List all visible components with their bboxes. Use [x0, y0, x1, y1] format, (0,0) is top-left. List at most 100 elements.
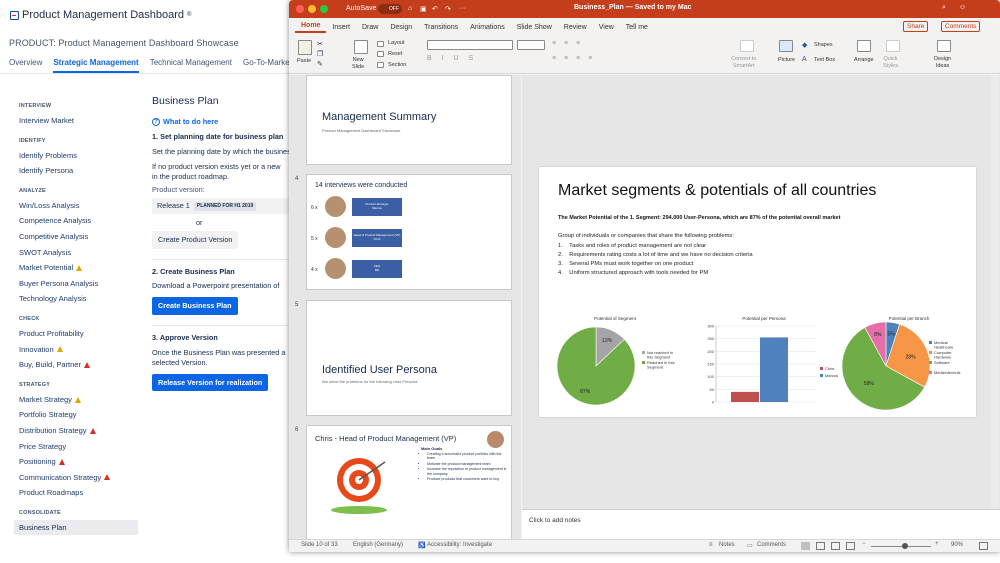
help-link[interactable]: ? What to do here [152, 117, 302, 127]
sidebar-item-market-potential[interactable]: Market Potential [14, 260, 138, 276]
sidebar-item-technology-analysis[interactable]: Technology Analysis [14, 291, 138, 307]
ribbon-tab-animations[interactable]: Animations [464, 24, 511, 31]
sidebar-item-distribution-strategy[interactable]: Distribution Strategy [14, 423, 138, 439]
new-slide-icon[interactable] [354, 40, 368, 54]
slideshow-icon[interactable] [846, 542, 855, 550]
sidebar-item-swot-analysis[interactable]: SWOT Analysis [14, 245, 138, 261]
shapes-icon[interactable]: ◆ [802, 41, 807, 49]
zoom-in-icon[interactable]: + [935, 541, 939, 547]
sidebar-item-buyer-persona-analysis[interactable]: Buyer Persona Analysis [14, 276, 138, 292]
search-icon[interactable]: ⌕ [942, 4, 946, 12]
arrange-icon[interactable] [857, 40, 871, 52]
fit-slide-icon[interactable] [979, 542, 988, 550]
sidebar-item-portfolio-strategy[interactable]: Portfolio Strategy [14, 407, 138, 423]
section-icon[interactable] [377, 62, 384, 68]
quick-styles-icon[interactable] [886, 40, 900, 52]
editor-scrollbar[interactable] [991, 75, 999, 509]
redo-icon[interactable]: ↷ [445, 5, 451, 13]
comments-toggle[interactable]: Comments [757, 542, 786, 548]
font-format-buttons[interactable]: B I U S [427, 55, 477, 62]
tab-overview[interactable]: Overview [9, 58, 42, 73]
zoom-level[interactable]: 90% [951, 542, 963, 548]
reset-icon[interactable] [377, 51, 384, 57]
ribbon-tab-insert[interactable]: Insert [326, 24, 356, 31]
slide-thumbnails-pane[interactable]: Management Summary Product Management Da… [289, 75, 521, 539]
format-painter-icon[interactable]: ✎ [317, 60, 323, 68]
sidebar-item-interview-market[interactable]: Interview Market [14, 113, 138, 129]
ribbon-tab-draw[interactable]: Draw [356, 24, 384, 31]
notes-icon[interactable]: ≡ [709, 542, 713, 548]
tab-strategic-management[interactable]: Strategic Management [53, 58, 139, 73]
sidebar-item-buy-build-partner[interactable]: Buy, Build, Partner [14, 357, 138, 373]
sidebar-item-competence-analysis[interactable]: Competence Analysis [14, 213, 138, 229]
pie-data-label: 28% [906, 354, 917, 360]
paragraph-buttons[interactable]: ≡ ≡ ≡ [552, 40, 583, 47]
account-icon[interactable]: ☺ [959, 4, 966, 11]
align-buttons[interactable]: ≡ ≡ ≡ ≡ [552, 55, 595, 62]
tab-go-to-market[interactable]: Go-To-Market [243, 58, 292, 73]
normal-view-icon[interactable] [801, 542, 810, 550]
sidebar-item-positioning[interactable]: Positioning [14, 454, 138, 470]
sidebar-item-innovation[interactable]: Innovation [14, 342, 138, 358]
copy-icon[interactable]: ❐ [317, 50, 323, 58]
sidebar-item-identify-problems[interactable]: Identify Problems [14, 148, 138, 164]
ribbon-tab-tell-me[interactable]: Tell me [620, 24, 654, 31]
ribbon-tab-view[interactable]: View [593, 24, 620, 31]
paste-icon[interactable] [298, 40, 312, 55]
sidebar-item-communication-strategy[interactable]: Communication Strategy [14, 470, 138, 486]
slide-thumbnail[interactable]: Chris - Head of Product Management (VP) … [306, 425, 512, 539]
font-name-dropdown[interactable] [427, 40, 513, 50]
zoom-out-icon[interactable]: − [862, 541, 866, 547]
share-button[interactable]: Share [903, 21, 929, 32]
slide-thumbnail[interactable]: Management Summary Product Management Da… [306, 75, 512, 165]
slide-sorter-icon[interactable] [816, 542, 825, 550]
home-icon[interactable]: ⌂ [408, 5, 412, 12]
sidebar-item-price-strategy[interactable]: Price Strategy [14, 439, 138, 455]
zoom-window-icon[interactable] [320, 5, 328, 13]
font-size-dropdown[interactable] [517, 40, 545, 50]
sidebar-item-business-plan[interactable]: Business Plan [14, 519, 138, 536]
slide-thumbnail[interactable]: 14 interviews were conducted 6 x Product … [306, 174, 512, 290]
create-product-version-button[interactable]: Create Product Version [152, 230, 239, 249]
sidebar-item-competitive-analysis[interactable]: Competitive Analysis [14, 229, 138, 245]
autosave-toggle[interactable]: OFF [378, 4, 402, 14]
ribbon-tab-home[interactable]: Home [295, 22, 327, 33]
reading-view-icon[interactable] [831, 542, 840, 550]
sidebar-item-product-roadmaps[interactable]: Product Roadmaps [14, 485, 138, 501]
ribbon-tab-transitions[interactable]: Transitions [418, 24, 464, 31]
sidebar-item-win-loss-analysis[interactable]: Win/Loss Analysis [14, 198, 138, 214]
notes-pane[interactable]: Click to add notes [522, 509, 1000, 539]
current-slide[interactable]: Market segments & potentials of all coun… [539, 167, 976, 417]
zoom-slider-handle[interactable] [902, 543, 908, 549]
picture-icon[interactable] [779, 40, 793, 52]
textbox-icon[interactable]: A [802, 56, 807, 63]
save-icon[interactable]: ▣ [420, 5, 427, 13]
slide-thumbnail[interactable]: Identified User Persona We solve the pro… [306, 300, 512, 416]
tab-technical-management[interactable]: Technical Management [150, 58, 232, 73]
ribbon-tab-slide-show[interactable]: Slide Show [511, 24, 558, 31]
ribbon-tab-review[interactable]: Review [558, 24, 593, 31]
release-version-button[interactable]: Release Version for realization [152, 373, 269, 392]
ribbon-tab-design[interactable]: Design [384, 24, 418, 31]
sidebar-item-identify-persona[interactable]: Identify Persona [14, 163, 138, 179]
close-window-icon[interactable] [296, 5, 304, 13]
create-business-plan-button[interactable]: Create Business Plan [152, 297, 238, 316]
more-icon[interactable]: ··· [459, 5, 466, 12]
comments-icon[interactable]: ▭ [747, 542, 753, 549]
convert-smartart-icon[interactable] [740, 40, 754, 52]
sidebar-item-market-strategy[interactable]: Market Strategy [14, 392, 138, 408]
zoom-slider[interactable] [871, 546, 931, 547]
sidebar-item-product-profitability[interactable]: Product Profitability [14, 326, 138, 342]
accessibility-icon[interactable]: ♿ [418, 542, 425, 549]
language-status[interactable]: English (Germany) [353, 542, 403, 548]
design-ideas-icon[interactable] [937, 40, 951, 52]
accessibility-status[interactable]: Accessibility: Investigate [427, 542, 492, 548]
release-select[interactable]: Release 1 PLANNED FOR H1 2019 [152, 198, 290, 215]
cut-icon[interactable]: ✂ [317, 40, 323, 48]
minimize-window-icon[interactable] [308, 5, 316, 13]
undo-icon[interactable]: ↶ [432, 5, 438, 13]
app-logo[interactable]: Product Management Dashboard ® [10, 9, 191, 21]
comments-button[interactable]: Comments [941, 21, 981, 32]
layout-icon[interactable] [377, 41, 384, 47]
notes-toggle[interactable]: Notes [719, 542, 735, 548]
